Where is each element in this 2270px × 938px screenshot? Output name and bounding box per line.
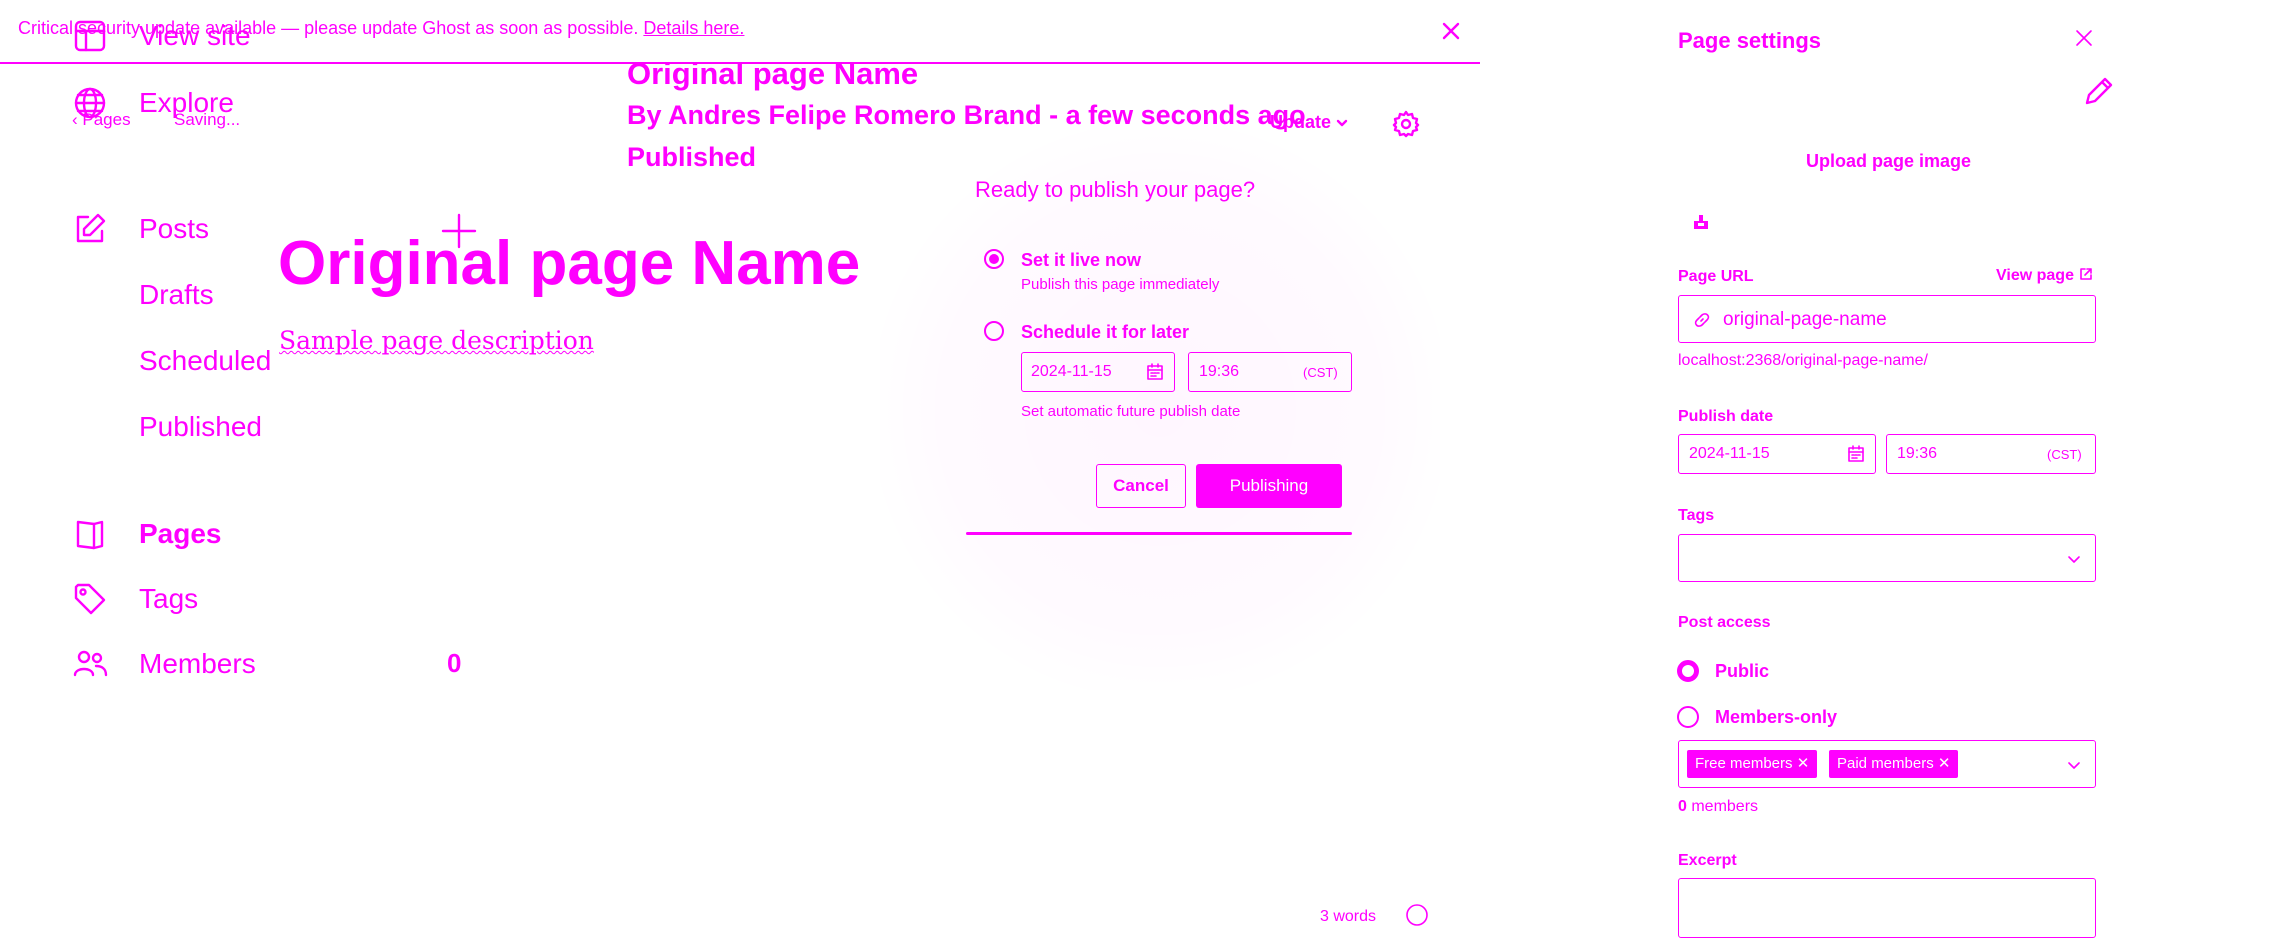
sidebar-item-label: Tags xyxy=(139,583,199,614)
timezone-label: (CST) xyxy=(2047,447,2082,462)
publish-time-input[interactable]: 19:36 (CST) xyxy=(1886,434,2096,474)
schedule-hint: Set automatic future publish date xyxy=(1021,403,1241,420)
panel-title: Page settings xyxy=(1678,28,1822,53)
post-access-label: Post access xyxy=(1678,614,1771,631)
access-members-label: Members-only xyxy=(1715,707,1838,727)
header-byline: By Andres Felipe Romero Brand - a few se… xyxy=(627,100,1306,130)
sidebar-item-scheduled[interactable]: Scheduled xyxy=(139,345,271,377)
page-title-input[interactable]: Original page Name xyxy=(278,228,860,299)
publish-button[interactable]: Publishing xyxy=(1196,464,1342,508)
excerpt-label: Excerpt xyxy=(1678,852,1737,869)
back-to-pages-link[interactable]: ‹ Pages xyxy=(72,110,131,130)
help-button[interactable] xyxy=(1405,903,1429,927)
close-icon xyxy=(2076,30,2092,46)
tags-select[interactable] xyxy=(1678,534,2096,582)
sidebar-item-members[interactable]: Members 0 xyxy=(72,646,482,682)
publish-date-input[interactable]: 2024-11-15 xyxy=(1678,434,1876,474)
calendar-icon xyxy=(1147,363,1163,380)
header-status: Published xyxy=(627,142,757,172)
chevron-down-icon xyxy=(2068,556,2080,563)
radio-schedule-later[interactable] xyxy=(984,321,1004,341)
sidebar-item-label: Posts xyxy=(139,213,210,244)
sidebar-item-drafts[interactable]: Drafts xyxy=(139,279,214,311)
header-page-title: Original page Name xyxy=(627,56,919,91)
members-count: 0 xyxy=(1678,798,1687,815)
radio-public[interactable] xyxy=(1677,660,1699,682)
url-preview: localhost:2368/original-page-name/ xyxy=(1678,352,1928,369)
radio-set-live-now[interactable] xyxy=(984,249,1004,269)
option-now-label[interactable]: Set it live now xyxy=(1021,250,1141,271)
radio-members-only[interactable] xyxy=(1677,706,1699,728)
sidebar-item-label: View site xyxy=(139,20,251,51)
sidebar-item-label: Members xyxy=(139,648,256,679)
view-page-link[interactable]: View page xyxy=(1996,266,2094,285)
update-label: Update xyxy=(1270,112,1332,132)
remove-chip-icon[interactable]: ✕ xyxy=(1938,755,1951,772)
close-settings-button[interactable] xyxy=(2072,26,2096,50)
access-public-label: Public xyxy=(1715,661,1770,681)
banner-text: Critical security update available — ple… xyxy=(18,18,639,38)
edit-image-button[interactable] xyxy=(2082,74,2116,108)
close-banner-button[interactable] xyxy=(1437,17,1465,45)
sidebar-item-published[interactable]: Published xyxy=(139,411,262,443)
time-value: 19:36 xyxy=(1199,363,1240,380)
members-icon xyxy=(73,650,108,677)
option-now-description: Publish this page immediately xyxy=(1021,276,1220,293)
page-icon xyxy=(76,520,104,550)
schedule-time-input[interactable]: 19:36 (CST) xyxy=(1188,352,1352,392)
help-icon xyxy=(1406,904,1428,926)
chevron-down-icon xyxy=(2068,762,2080,769)
modal-bottom-border xyxy=(966,532,1352,535)
chip-paid-members[interactable]: Paid members ✕ xyxy=(1829,750,1959,778)
view-page-label: View page xyxy=(1996,267,2074,284)
tag-icon xyxy=(74,583,106,615)
cancel-button[interactable]: Cancel xyxy=(1096,464,1186,508)
upload-image-button[interactable]: Upload page image xyxy=(1806,151,1971,172)
excerpt-textarea[interactable] xyxy=(1678,878,2096,938)
pencil-icon xyxy=(2085,77,2113,105)
date-value: 2024-11-15 xyxy=(1689,445,1770,462)
modal-title: Ready to publish your page? xyxy=(975,177,1256,202)
members-suffix: members xyxy=(1686,798,1759,815)
saving-status: Saving... xyxy=(174,110,241,129)
word-count: 3 words xyxy=(1320,908,1377,925)
page-url-label: Page URL xyxy=(1678,268,1754,285)
chevron-down-icon xyxy=(1336,120,1348,127)
close-icon xyxy=(1442,22,1460,40)
chip-label: Free members xyxy=(1695,755,1793,772)
remove-chip-icon[interactable]: ✕ xyxy=(1797,755,1810,772)
sidebar-item-label: Pages xyxy=(139,518,222,549)
back-label: Pages xyxy=(82,110,131,129)
chip-free-members[interactable]: Free members ✕ xyxy=(1687,750,1818,778)
gear-icon xyxy=(1392,110,1420,138)
link-icon xyxy=(1694,313,1710,327)
details-link[interactable]: Details here. xyxy=(643,18,744,38)
schedule-date-input[interactable]: 2024-11-15 xyxy=(1021,352,1175,392)
chevron-left-icon: ‹ xyxy=(72,110,83,129)
date-value: 2024-11-15 xyxy=(1031,363,1112,380)
access-tiers-select[interactable]: Free members ✕ Paid members ✕ xyxy=(1678,740,2096,788)
time-value: 19:36 xyxy=(1897,445,1938,462)
members-count: 0 xyxy=(447,648,462,678)
upload-icon xyxy=(1694,215,1708,229)
calendar-icon xyxy=(1848,445,1864,462)
page-url-input[interactable]: original-page-name xyxy=(1678,295,2096,343)
edit-icon xyxy=(76,213,106,243)
url-value: original-page-name xyxy=(1723,309,1887,330)
layout-icon xyxy=(74,20,106,52)
option-later-label[interactable]: Schedule it for later xyxy=(1021,322,1189,343)
banner-message: Critical security update available — ple… xyxy=(18,18,744,39)
members-count-text: 0 members xyxy=(1678,798,1758,816)
chip-label: Paid members xyxy=(1837,755,1934,772)
timezone-label: (CST) xyxy=(1303,365,1338,380)
external-link-icon xyxy=(2080,268,2093,280)
publish-date-label: Publish date xyxy=(1678,408,1774,425)
settings-toggle-button[interactable] xyxy=(1391,109,1421,139)
tags-label: Tags xyxy=(1678,507,1715,524)
page-body-text[interactable]: Sample page description xyxy=(279,326,594,355)
